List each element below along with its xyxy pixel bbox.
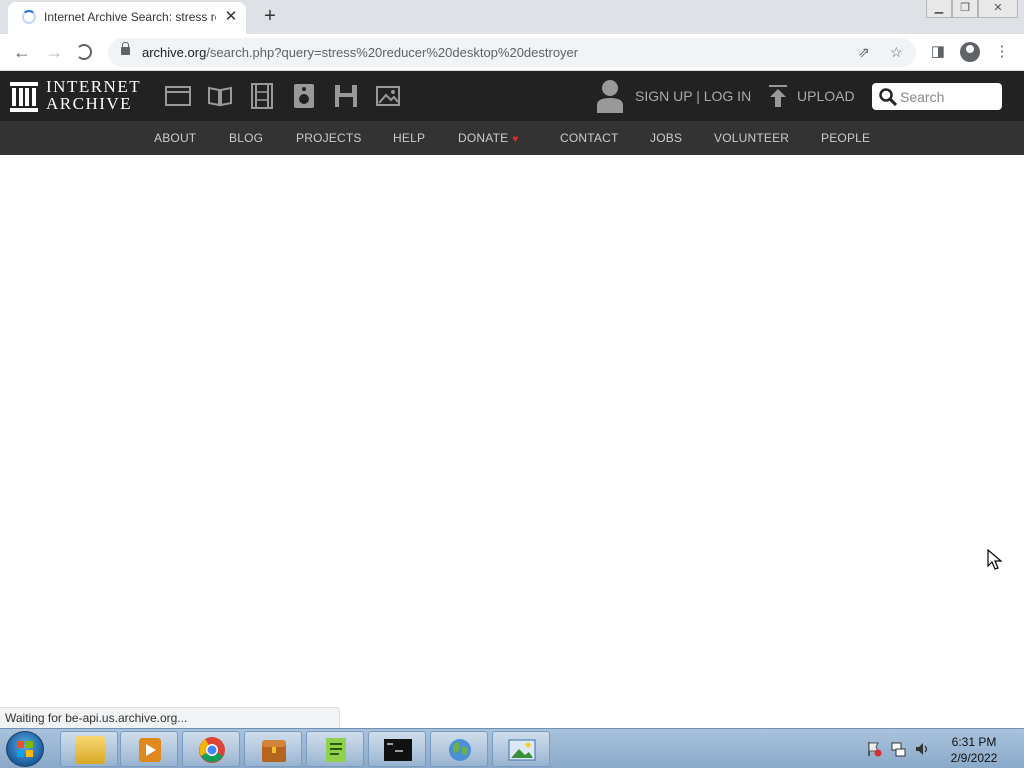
signup-login-link[interactable]: SIGN UP | LOG IN [635, 88, 751, 104]
search-icon [879, 88, 897, 106]
search-placeholder: Search [900, 89, 945, 105]
menu-kebab-icon[interactable]: ⋮ [992, 42, 1012, 62]
taskbar-explorer[interactable] [60, 731, 118, 767]
new-tab-button[interactable]: + [258, 4, 282, 28]
folder-icon [75, 736, 105, 764]
action-center-flag-icon[interactable] [866, 741, 882, 757]
mouse-cursor-icon [987, 549, 1003, 570]
lock-icon[interactable] [121, 42, 130, 55]
nav-projects[interactable]: PROJECTS [296, 131, 362, 145]
nav-help[interactable]: HELP [393, 131, 425, 145]
clock-time: 6:31 PM [951, 735, 997, 749]
bookmark-star-icon[interactable]: ☆ [890, 44, 903, 61]
loading-spinner-icon [22, 10, 36, 24]
logo-line-2: ARCHIVE [46, 94, 133, 113]
nav-donate[interactable]: DONATE ♥ [458, 131, 518, 145]
side-panel-icon[interactable]: ◨ [928, 42, 948, 62]
tab-strip: Internet Archive Search: stress re ✕ + ▁… [0, 0, 1024, 34]
taskbar-cmd[interactable] [368, 731, 426, 767]
nav-jobs[interactable]: JOBS [650, 131, 682, 145]
taskbar-media-player[interactable] [120, 731, 178, 767]
taskbar-image-viewer[interactable] [492, 731, 550, 767]
software-floppy-icon[interactable] [333, 83, 359, 109]
restore-button[interactable]: ❐ [952, 0, 978, 18]
taskbar-network-app[interactable] [430, 731, 488, 767]
user-person-icon[interactable] [596, 79, 624, 113]
globe-shield-icon [449, 739, 471, 761]
clock-date: 2/9/2022 [950, 751, 998, 765]
taskbar-app-chest[interactable] [244, 731, 302, 767]
heart-icon: ♥ [512, 134, 519, 145]
taskbar-notepad-plus[interactable] [306, 731, 364, 767]
start-button[interactable] [6, 731, 44, 767]
browser-tab[interactable]: Internet Archive Search: stress re ✕ [8, 2, 246, 34]
archive-header: INTERNET ARCHIVE SIGN UP | LOG IN UPLOAD… [0, 71, 1024, 121]
media-player-icon [139, 738, 161, 762]
images-photo-icon[interactable] [375, 83, 401, 109]
archive-logo-icon[interactable] [10, 82, 38, 112]
archive-logo-text[interactable]: INTERNET ARCHIVE [46, 78, 141, 112]
web-archive-icon[interactable] [165, 83, 191, 109]
nav-contact[interactable]: CONTACT [560, 131, 619, 145]
close-window-button[interactable]: ✕ [978, 0, 1018, 18]
image-viewer-icon [508, 739, 536, 761]
archive-search-input[interactable]: Search [872, 83, 1002, 110]
texts-book-icon[interactable] [207, 83, 233, 109]
nav-people[interactable]: PEOPLE [821, 131, 870, 145]
nav-about[interactable]: ABOUT [154, 131, 196, 145]
notepad-plus-icon [326, 738, 346, 762]
upload-link[interactable]: UPLOAD [797, 88, 855, 104]
address-bar[interactable]: archive.org/search.php?query=stress%20re… [108, 38, 916, 67]
profile-avatar-icon[interactable] [960, 42, 980, 62]
taskbar-clock[interactable]: 6:31 PM 2/9/2022 [936, 734, 1012, 766]
nav-blog[interactable]: BLOG [229, 131, 263, 145]
archive-subnav: ABOUT BLOG PROJECTS HELP DONATE ♥ CONTACT… [0, 121, 1024, 155]
nav-donate-label: DONATE [458, 131, 509, 145]
url-host: archive.org [142, 45, 207, 60]
network-icon[interactable] [890, 741, 906, 757]
video-film-icon[interactable] [249, 83, 275, 109]
stop-loading-icon[interactable] [76, 44, 92, 60]
logo-line-1: INTERNET [46, 77, 142, 96]
upload-arrow-icon[interactable] [768, 85, 788, 107]
chrome-icon [199, 737, 225, 763]
volume-icon[interactable] [914, 741, 930, 757]
back-button[interactable]: ← [10, 40, 34, 64]
taskbar-chrome[interactable] [182, 731, 240, 767]
windows-taskbar: 6:31 PM 2/9/2022 [0, 728, 1024, 768]
browser-status-text: Waiting for be-api.us.archive.org... [0, 707, 340, 728]
url-path: /search.php?query=stress%20reducer%20des… [206, 45, 579, 60]
audio-speaker-icon[interactable] [291, 83, 317, 109]
tab-title: Internet Archive Search: stress re [44, 10, 216, 24]
treasure-chest-icon [262, 740, 286, 762]
browser-toolbar: ← → archive.org/search.php?query=stress%… [0, 34, 1024, 71]
nav-volunteer[interactable]: VOLUNTEER [714, 131, 789, 145]
tab-close-icon[interactable]: ✕ [222, 8, 240, 26]
forward-button[interactable]: → [42, 40, 66, 64]
minimize-button[interactable]: ▁ [926, 0, 952, 18]
command-prompt-icon [384, 739, 412, 761]
share-icon[interactable]: ⇗ [858, 44, 870, 61]
url-text[interactable]: archive.org/search.php?query=stress%20re… [142, 45, 578, 60]
windows-logo-icon [17, 741, 33, 757]
